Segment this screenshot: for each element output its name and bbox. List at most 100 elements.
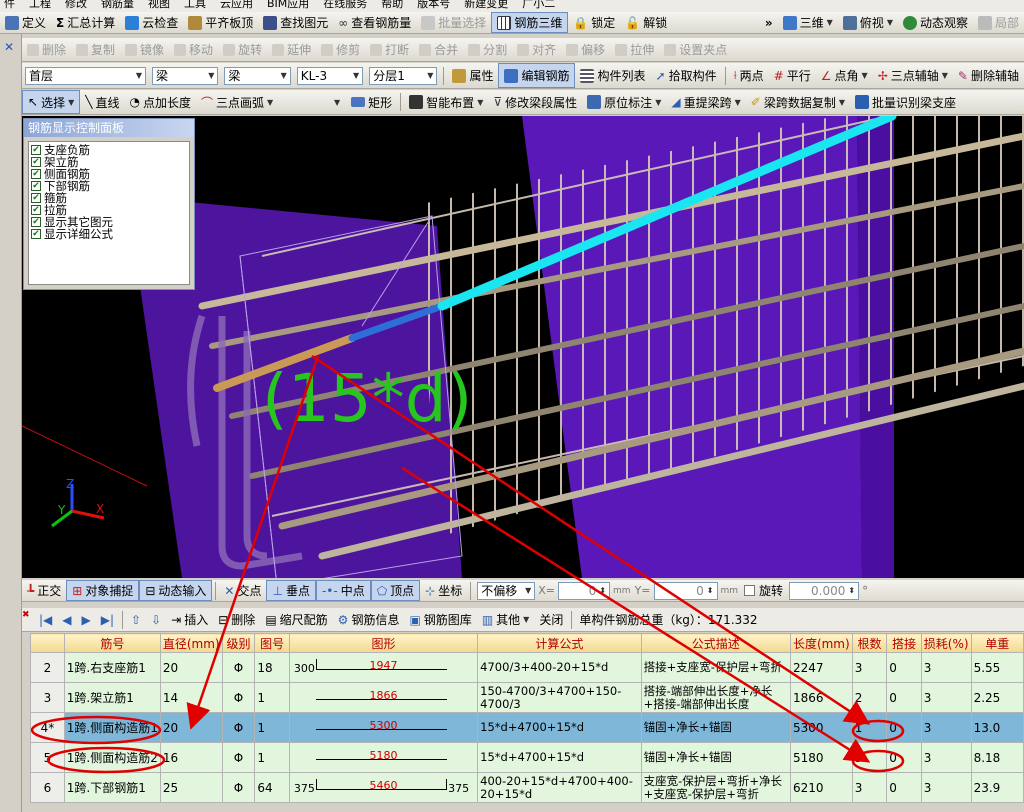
cell-dia[interactable]: 20: [159, 652, 223, 683]
cell-dia[interactable]: 16: [159, 742, 223, 773]
cell-name[interactable]: 1跨.下部钢筋1: [63, 772, 161, 803]
pick-member-button[interactable]: ➚ 拾取构件: [651, 63, 722, 88]
cell-dia[interactable]: 14: [159, 682, 223, 713]
rotate-input[interactable]: 0.000 ⬍: [789, 581, 860, 600]
cell-lap[interactable]: 0: [886, 772, 922, 803]
cell-shape[interactable]: 5300: [288, 712, 479, 743]
scale-rebar-button[interactable]: ▤ 缩尺配筋: [260, 608, 332, 631]
cell-formula[interactable]: 150-4700/3+4700+150-4700/3: [477, 682, 642, 713]
point-length-button[interactable]: ◔ 点加长度: [124, 90, 196, 114]
coordinate-button[interactable]: ⊹ 坐标: [420, 580, 467, 601]
cell-unitw[interactable]: 13.0: [970, 712, 1024, 743]
edit-tool-button[interactable]: 镜像: [120, 38, 169, 61]
table-row[interactable]: 4* 1跨.侧面构造筋1 20 Φ 1 5300 15*d+4700+15*d 锚固+净长+锚…: [30, 712, 1024, 743]
cell-fig[interactable]: 18: [254, 652, 290, 683]
unlock-button[interactable]: 🔓 解锁: [620, 12, 672, 33]
column-header[interactable]: 单重: [970, 633, 1024, 653]
cell-fig[interactable]: 1: [254, 682, 290, 713]
column-header[interactable]: 计算公式: [477, 633, 642, 653]
checkbox-checked-icon[interactable]: ✔: [31, 217, 41, 227]
cell-lap[interactable]: 0: [886, 712, 922, 743]
edit-tool-button[interactable]: 合并: [414, 38, 463, 61]
type-select[interactable]: 梁 ▼: [224, 66, 291, 85]
intersection-button[interactable]: ✕ 交点: [219, 580, 266, 601]
toolbar-overflow-icon[interactable]: »: [760, 12, 778, 33]
checkbox-checked-icon[interactable]: ✔: [31, 169, 41, 179]
menu-item[interactable]: 帮助: [381, 0, 403, 9]
dynamic-observe-button[interactable]: 动态观察: [898, 12, 973, 33]
cell-loss[interactable]: 3: [920, 772, 972, 803]
cell-loss[interactable]: 3: [920, 682, 972, 713]
menu-item[interactable]: 工程: [29, 0, 51, 9]
cell-length[interactable]: 2247: [789, 652, 853, 683]
ortho-button[interactable]: ┺ 正交: [22, 580, 66, 601]
rotate-checkbox[interactable]: [744, 585, 756, 596]
cell-formula[interactable]: 400-20+15*d+4700+400-20+15*d: [477, 772, 642, 803]
cell-grade[interactable]: Φ: [221, 772, 256, 803]
cell-num[interactable]: 3: [30, 682, 65, 713]
delete-row-button[interactable]: ⊟ 删除: [213, 608, 260, 631]
cell-fig[interactable]: 1: [254, 742, 290, 773]
close-icon[interactable]: ✕: [2, 40, 16, 54]
cell-shape[interactable]: 5180: [288, 742, 479, 773]
cell-length[interactable]: 5180: [789, 742, 853, 773]
edit-tool-button[interactable]: 旋转: [218, 38, 267, 61]
object-snap-button[interactable]: ⊞ 对象捕捉: [66, 580, 140, 601]
menu-item[interactable]: BIM应用: [267, 0, 309, 9]
cell-lap[interactable]: 0: [886, 742, 922, 773]
cell-name[interactable]: 1跨.侧面构造筋2: [63, 742, 161, 773]
edit-tool-button[interactable]: 偏移: [561, 38, 610, 61]
column-header[interactable]: 直径(mm): [159, 633, 223, 653]
column-header[interactable]: 图号: [254, 633, 290, 653]
menu-item[interactable]: 云应用: [220, 0, 253, 9]
vertex-button[interactable]: ⬠ 顶点: [370, 580, 421, 601]
cell-grade[interactable]: Φ: [221, 682, 256, 713]
cell-shape[interactable]: 1866: [288, 682, 479, 713]
column-header[interactable]: 公式描述: [640, 633, 791, 653]
column-header[interactable]: 长度(mm): [789, 633, 853, 653]
edit-tool-button[interactable]: 修剪: [316, 38, 365, 61]
other-button[interactable]: ▥ 其他 ▼: [477, 608, 535, 631]
cell-lap[interactable]: 0: [886, 652, 922, 683]
edit-tool-button[interactable]: 删除: [22, 38, 71, 61]
menu-item[interactable]: 视图: [148, 0, 170, 9]
column-header[interactable]: 筋号: [63, 633, 161, 653]
menu-item[interactable]: 件: [4, 0, 15, 9]
cell-desc[interactable]: 锚固+净长+锚固: [640, 712, 791, 743]
cell-num[interactable]: 5: [30, 742, 65, 773]
edit-tool-button[interactable]: 拉伸: [610, 38, 659, 61]
summary-calc-button[interactable]: Σ 汇总计算: [51, 12, 120, 33]
cell-num[interactable]: 4*: [30, 712, 65, 743]
cell-num[interactable]: 2: [30, 652, 65, 683]
define-button[interactable]: 定义: [0, 12, 51, 33]
cell-fig[interactable]: 64: [254, 772, 290, 803]
menu-item[interactable]: 新建变更: [464, 0, 508, 9]
modify-segment-button[interactable]: ⊽ 修改梁段属性: [488, 90, 582, 114]
category-select[interactable]: 梁 ▼: [152, 66, 219, 85]
cell-desc[interactable]: 锚固+净长+锚固: [640, 742, 791, 773]
cloud-check-button[interactable]: 云检查: [120, 12, 183, 33]
cell-grade[interactable]: Φ: [221, 652, 256, 683]
cell-count[interactable]: 2: [851, 682, 888, 713]
perpendicular-button[interactable]: ⊥ 垂点: [266, 580, 316, 601]
view-top-dropdown[interactable]: 俯视 ▼: [838, 12, 898, 33]
span-data-copy-button[interactable]: ✐ 梁跨数据复制 ▼: [746, 90, 850, 114]
lock-button[interactable]: 🔒 锁定: [568, 12, 620, 33]
cell-count[interactable]: 1: [851, 712, 888, 743]
cell-desc[interactable]: 搭接+支座宽-保护层+弯折: [640, 652, 791, 683]
parallel-axis-button[interactable]: # 平行: [769, 63, 816, 88]
edit-rebar-button[interactable]: 编辑钢筋: [498, 63, 576, 88]
edit-tool-button[interactable]: 复制: [71, 38, 120, 61]
view-3d-dropdown[interactable]: 三维 ▼: [778, 12, 838, 33]
cell-desc[interactable]: 支座宽-保护层+弯折+净长+支座宽-保护层+弯折: [640, 772, 791, 803]
menu-item[interactable]: 广小二: [522, 0, 555, 9]
table-row[interactable]: 5 1跨.侧面构造筋2 16 Φ 1 5180 15*d+4700+15*d 锚固+净长+锚固…: [30, 742, 1024, 773]
rebar-info-button[interactable]: ⚙ 钢筋信息: [333, 608, 405, 631]
checkbox-checked-icon[interactable]: ✔: [31, 145, 41, 155]
midpoint-button[interactable]: -•- 中点: [315, 580, 371, 601]
cell-name[interactable]: 1跨.右支座筋1: [63, 652, 161, 683]
three-point-arc-button[interactable]: ⌒ 三点画弧 ▼: [196, 90, 278, 114]
smart-layout-button[interactable]: 智能布置 ▼: [404, 90, 488, 114]
column-header[interactable]: 图形: [288, 633, 479, 653]
cell-dia[interactable]: 25: [159, 772, 223, 803]
